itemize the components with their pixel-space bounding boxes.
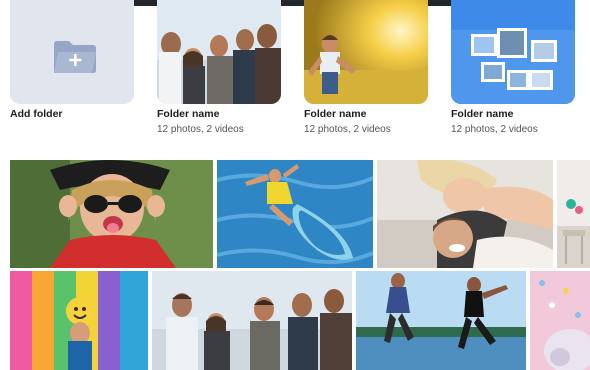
pastel-decor-photo[interactable]	[530, 271, 590, 370]
pool-float-photo[interactable]	[217, 160, 373, 268]
couple-hug-photo[interactable]	[377, 160, 553, 268]
add-folder-tile[interactable]: Add folder	[10, 0, 136, 120]
folder-count: 12 photos, 2 videos	[451, 124, 538, 135]
folder-name: Folder name	[304, 108, 367, 120]
folder-count: 12 photos, 2 videos	[304, 124, 391, 135]
folder-card[interactable]: Folder name 12 photos, 2 videos	[304, 0, 430, 135]
folder-card[interactable]: Folder name 12 photos, 2 videos	[157, 0, 283, 135]
folder-count: 12 photos, 2 videos	[157, 124, 244, 135]
photo-grid	[0, 160, 590, 370]
folder-name: Folder name	[451, 108, 514, 120]
room-photo[interactable]	[557, 160, 590, 268]
folder-name: Folder name	[157, 108, 220, 120]
group-of-friends-photo[interactable]	[157, 0, 281, 104]
girl-with-sunglasses-photo[interactable]	[10, 160, 213, 268]
add-folder-label: Add folder	[10, 108, 63, 120]
dancing-on-beach-photo[interactable]	[356, 271, 526, 370]
friends-group-photo[interactable]	[152, 271, 352, 370]
colorful-wall-photo[interactable]	[10, 271, 148, 370]
folder-plus-icon	[54, 41, 96, 73]
photo-collage-folder[interactable]	[451, 0, 575, 104]
folder-row: Add folder Folder name 12 photos, 2 vide…	[0, 0, 590, 150]
child-in-sunny-field-photo[interactable]	[304, 0, 428, 104]
add-folder-thumb[interactable]	[10, 0, 134, 104]
folder-card[interactable]: Folder name 12 photos, 2 videos	[451, 0, 577, 135]
